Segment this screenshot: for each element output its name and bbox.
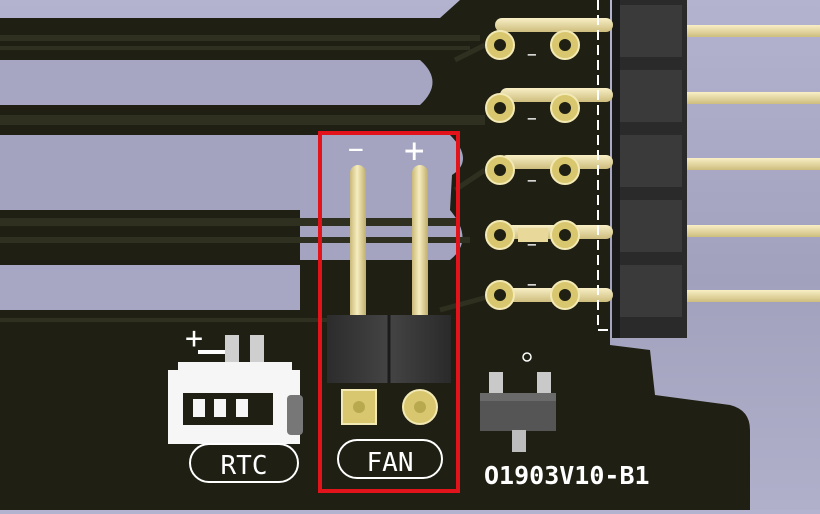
- board-slot: [0, 265, 300, 310]
- fan-pin-plus: [412, 165, 428, 325]
- board-slot: [0, 60, 433, 105]
- board-label: O1903V10-B1: [484, 461, 650, 490]
- row-marker: −: [527, 171, 537, 190]
- row-marker: −: [527, 235, 537, 254]
- fan-plus-marker: +: [404, 131, 424, 171]
- row-marker: −: [527, 45, 537, 64]
- rtc-label: RTC: [221, 451, 268, 481]
- board-slot: [0, 135, 300, 210]
- row-marker: −: [527, 109, 537, 128]
- fan-label: FAN: [367, 448, 414, 478]
- row-marker: −: [527, 275, 537, 294]
- fan-minus-marker: −: [348, 135, 364, 165]
- fan-pin-minus: [350, 165, 366, 325]
- pcb-3d-viewport[interactable]: − − − − − − + FAN + RTC O1903V10-B1: [0, 0, 820, 510]
- pcb-render: − − − − − − + FAN + RTC O1903V10-B1: [0, 0, 820, 510]
